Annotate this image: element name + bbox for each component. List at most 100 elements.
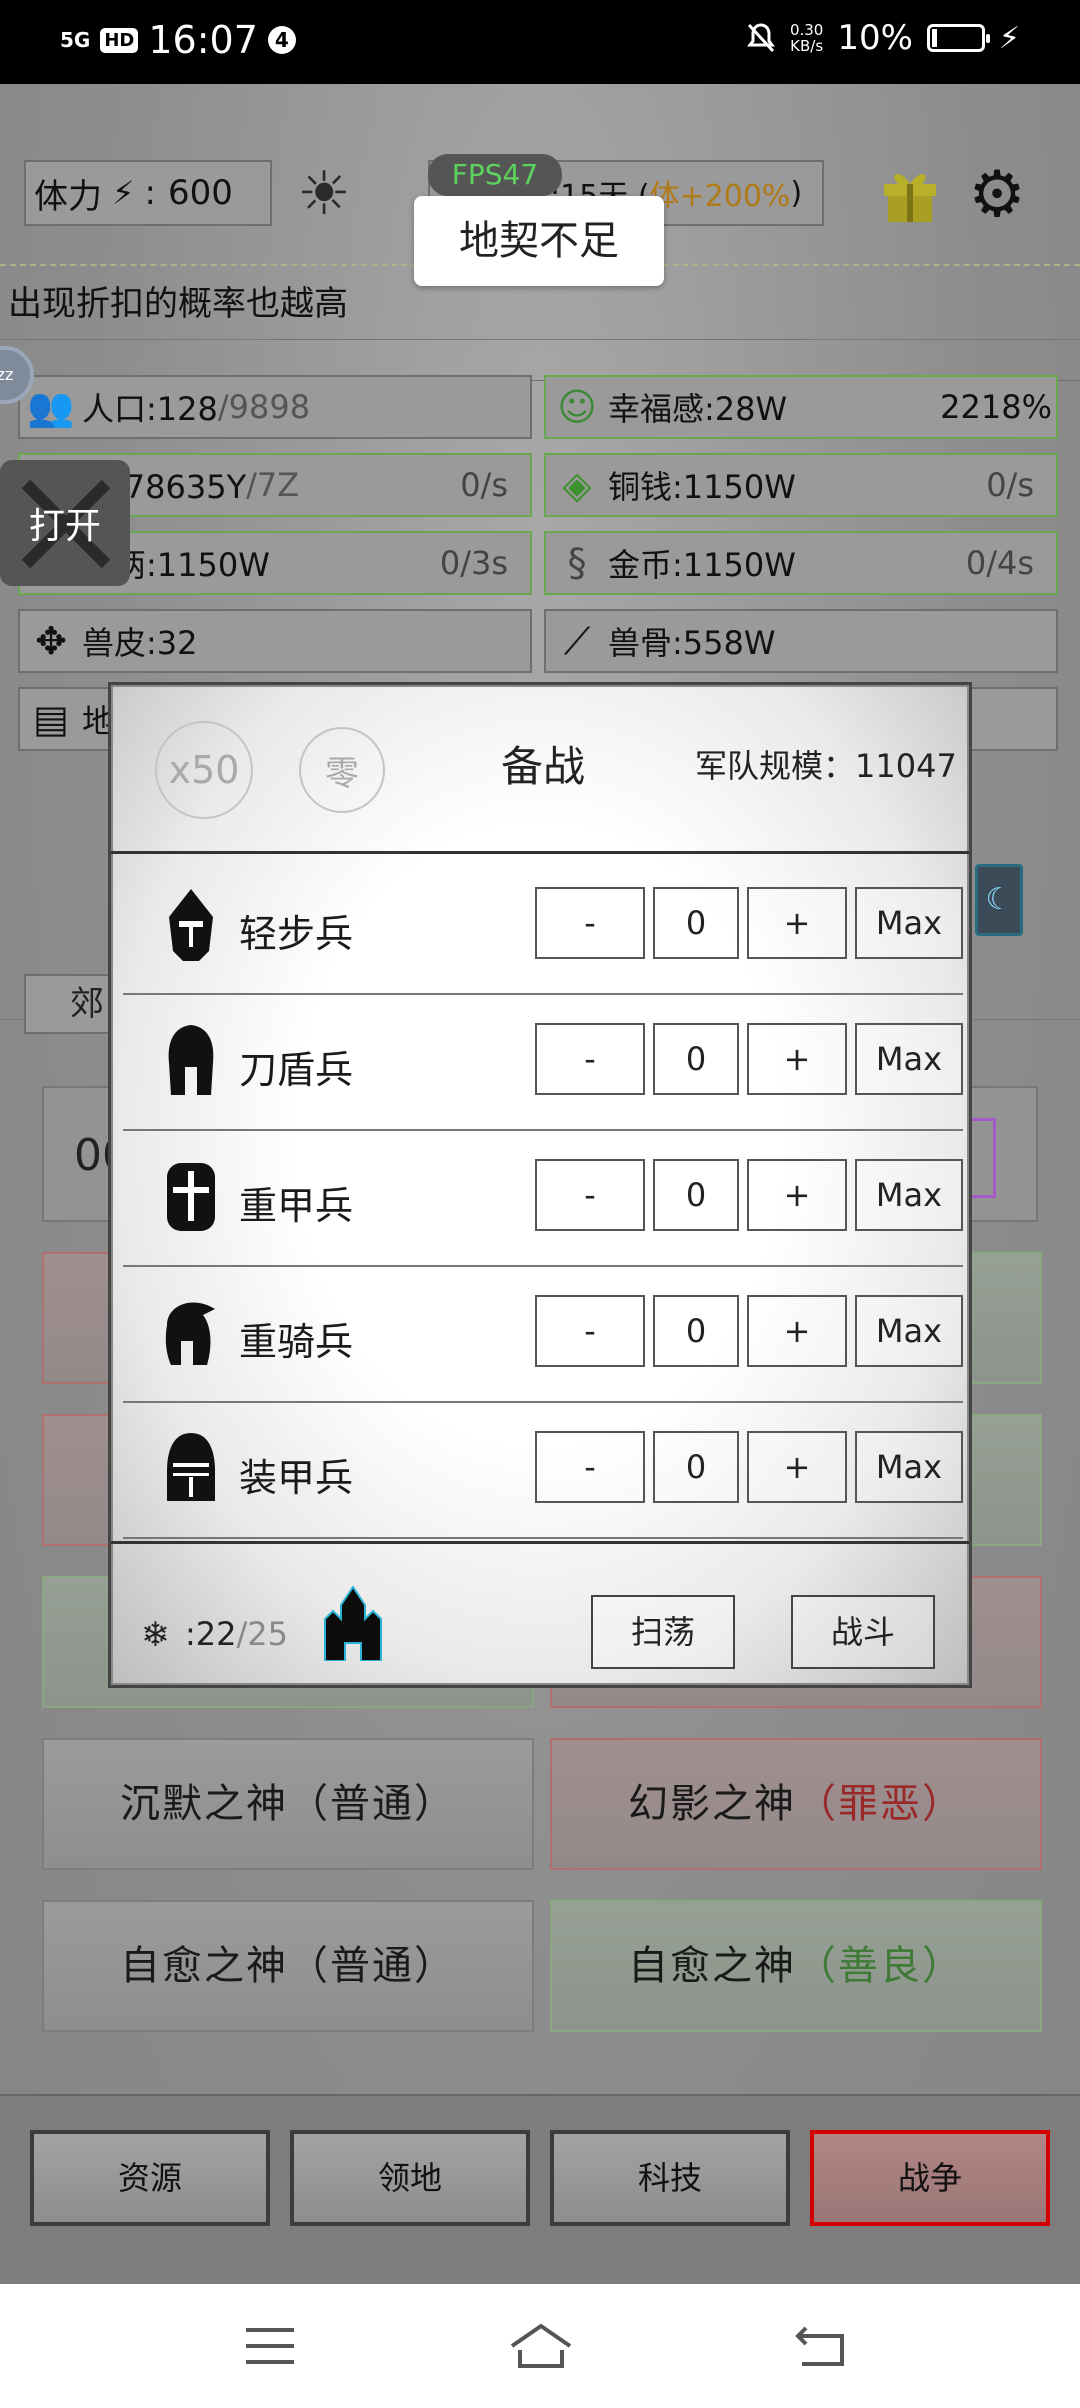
increment-button[interactable]: + <box>747 1295 847 1367</box>
battery-icon <box>926 24 990 52</box>
bottom-nav: 资源 领地 科技 战争 <box>0 2094 1080 2284</box>
increment-button[interactable]: + <box>747 887 847 959</box>
god-card-phantom[interactable]: 幻影之神（罪恶） <box>550 1738 1042 1870</box>
battery-level <box>931 29 937 47</box>
resource-bone: ⟋ 兽骨:558W <box>544 609 1058 673</box>
hd-badge: HD <box>100 27 139 53</box>
sun-icon: ☀ <box>297 159 351 229</box>
god-quality: （普通） <box>288 1781 456 1827</box>
battle-prep-dialog: x50 零 备战 军队规模：11047 轻步兵 - 0 + Max 刀盾兵 - … <box>108 682 972 1688</box>
sweep-button[interactable]: 扫荡 <box>591 1595 735 1669</box>
resource-label: 幸福感:28W <box>608 390 788 428</box>
army-label: 军队规模： <box>695 747 856 785</box>
max-button[interactable]: Max <box>855 1023 963 1095</box>
nav-war[interactable]: 战争 <box>810 2130 1050 2226</box>
attempt-count: :22/25 <box>185 1615 288 1653</box>
toast-message: 地契不足 <box>414 196 664 286</box>
dialog-header: x50 零 备战 军队规模：11047 <box>111 685 969 855</box>
quantity-field[interactable]: 0 <box>653 1159 739 1231</box>
god-quality: （善良） <box>796 1943 964 1989</box>
open-button[interactable]: 打开 <box>0 460 130 586</box>
resource-label: 铜钱:1150W <box>608 468 796 506</box>
stamina-separator: : <box>144 173 156 213</box>
quantity-field[interactable]: 0 <box>653 1431 739 1503</box>
god-name: 自愈之神 <box>628 1943 796 1989</box>
god-card-healing[interactable]: 自愈之神（普通） <box>42 1900 534 2032</box>
speed-unit: KB/s <box>790 37 824 55</box>
god-name: 自愈之神 <box>120 1943 288 1989</box>
count-current: :22 <box>185 1615 237 1653</box>
god-card-silence[interactable]: 沉默之神（普通） <box>42 1738 534 1870</box>
resource-happiness: ☺ 幸福感:28W 2218% <box>544 375 1058 439</box>
great-helm-icon <box>167 1163 215 1231</box>
mute-bell-icon <box>746 23 775 53</box>
back-icon[interactable] <box>792 2320 852 2372</box>
army-value: 11047 <box>855 747 957 785</box>
smiley-icon: ☺ <box>557 385 597 429</box>
resource-rate: 2218% <box>940 388 1052 426</box>
fps-counter: FPS47 <box>428 154 562 196</box>
nav-technology[interactable]: 科技 <box>550 2130 790 2226</box>
nav-resources[interactable]: 资源 <box>30 2130 270 2226</box>
status-left: 5G HD 16:07 4 <box>60 18 296 62</box>
quantity-field[interactable]: 0 <box>653 1023 739 1095</box>
max-button[interactable]: Max <box>855 1431 963 1503</box>
unit-row-armored: 装甲兵 - 0 + Max <box>123 1403 963 1539</box>
decrement-button[interactable]: - <box>535 1159 645 1231</box>
god-card-healing-good[interactable]: 自愈之神（善良） <box>550 1900 1042 2032</box>
lightning-icon: ⚡ <box>112 174 135 212</box>
multiplier-button[interactable]: x50 <box>155 721 253 819</box>
dialog-footer: ❄ :22/25 扫荡 战斗 <box>111 1569 969 1689</box>
home-icon[interactable] <box>506 2320 576 2372</box>
crested-helmet-icon <box>165 1302 215 1365</box>
quantity-field[interactable]: 0 <box>653 1295 739 1367</box>
decrement-button[interactable]: - <box>535 1023 645 1095</box>
count-max: /25 <box>236 1615 289 1653</box>
resource-rate: 0/4s <box>965 544 1034 582</box>
moon-card-icon[interactable]: ☾ <box>975 864 1023 936</box>
gold-coin-icon: § <box>567 541 587 585</box>
divider <box>111 851 969 854</box>
gift-icon[interactable] <box>880 166 940 224</box>
nav-territory[interactable]: 领地 <box>290 2130 530 2226</box>
resource-hide: ✥ 兽皮:32 <box>18 609 532 673</box>
unit-name: 刀盾兵 <box>239 1048 354 1092</box>
fight-button[interactable]: 战斗 <box>791 1595 935 1669</box>
resource-max: /9898 <box>217 388 311 426</box>
castle-icon <box>324 1585 382 1661</box>
scroll-icon: ▤ <box>33 697 69 741</box>
zero-button[interactable]: 零 <box>299 727 385 813</box>
increment-button[interactable]: + <box>747 1023 847 1095</box>
decrement-button[interactable]: - <box>535 1431 645 1503</box>
decrement-button[interactable]: - <box>535 887 645 959</box>
battery-percent: 10% <box>837 18 913 58</box>
people-icon: 👥 <box>27 384 75 429</box>
settings-gear-icon[interactable]: ⚙ <box>966 163 1028 227</box>
god-quality: （罪恶） <box>796 1781 964 1827</box>
stamina-panel: 体力 ⚡ : 600 <box>24 160 272 226</box>
unit-row-shield-infantry: 刀盾兵 - 0 + Max <box>123 995 963 1131</box>
max-button[interactable]: Max <box>855 1295 963 1367</box>
resource-label: 人口:128 <box>82 390 218 428</box>
open-label: 打开 <box>28 506 101 547</box>
army-size: 军队规模：11047 <box>695 741 957 787</box>
clock: 16:07 <box>148 18 258 62</box>
god-name: 沉默之神 <box>120 1781 288 1827</box>
quantity-field[interactable]: 0 <box>653 887 739 959</box>
max-button[interactable]: Max <box>855 1159 963 1231</box>
resource-gold: § 金币:1150W 0/4s <box>544 531 1058 595</box>
copper-coin-icon: ◈ <box>562 463 592 507</box>
max-button[interactable]: Max <box>855 887 963 959</box>
decrement-button[interactable]: - <box>535 1295 645 1367</box>
menu-icon[interactable] <box>240 2320 300 2372</box>
increment-button[interactable]: + <box>747 1431 847 1503</box>
divider <box>111 1541 969 1544</box>
increment-button[interactable]: + <box>747 1159 847 1231</box>
resource-rate: 0/s <box>986 466 1034 504</box>
system-nav-bar <box>0 2284 1080 2408</box>
unit-name: 重骑兵 <box>239 1320 354 1364</box>
resource-max: /7Z <box>246 466 300 504</box>
unit-row-light-infantry: 轻步兵 - 0 + Max <box>123 859 963 995</box>
dialog-title: 备战 <box>501 742 586 791</box>
game-screen: 体力 ⚡ : 600 ☀ 秋:15天 ( 体+200% ) FPS47 ⚙ 地契… <box>0 84 1080 2284</box>
